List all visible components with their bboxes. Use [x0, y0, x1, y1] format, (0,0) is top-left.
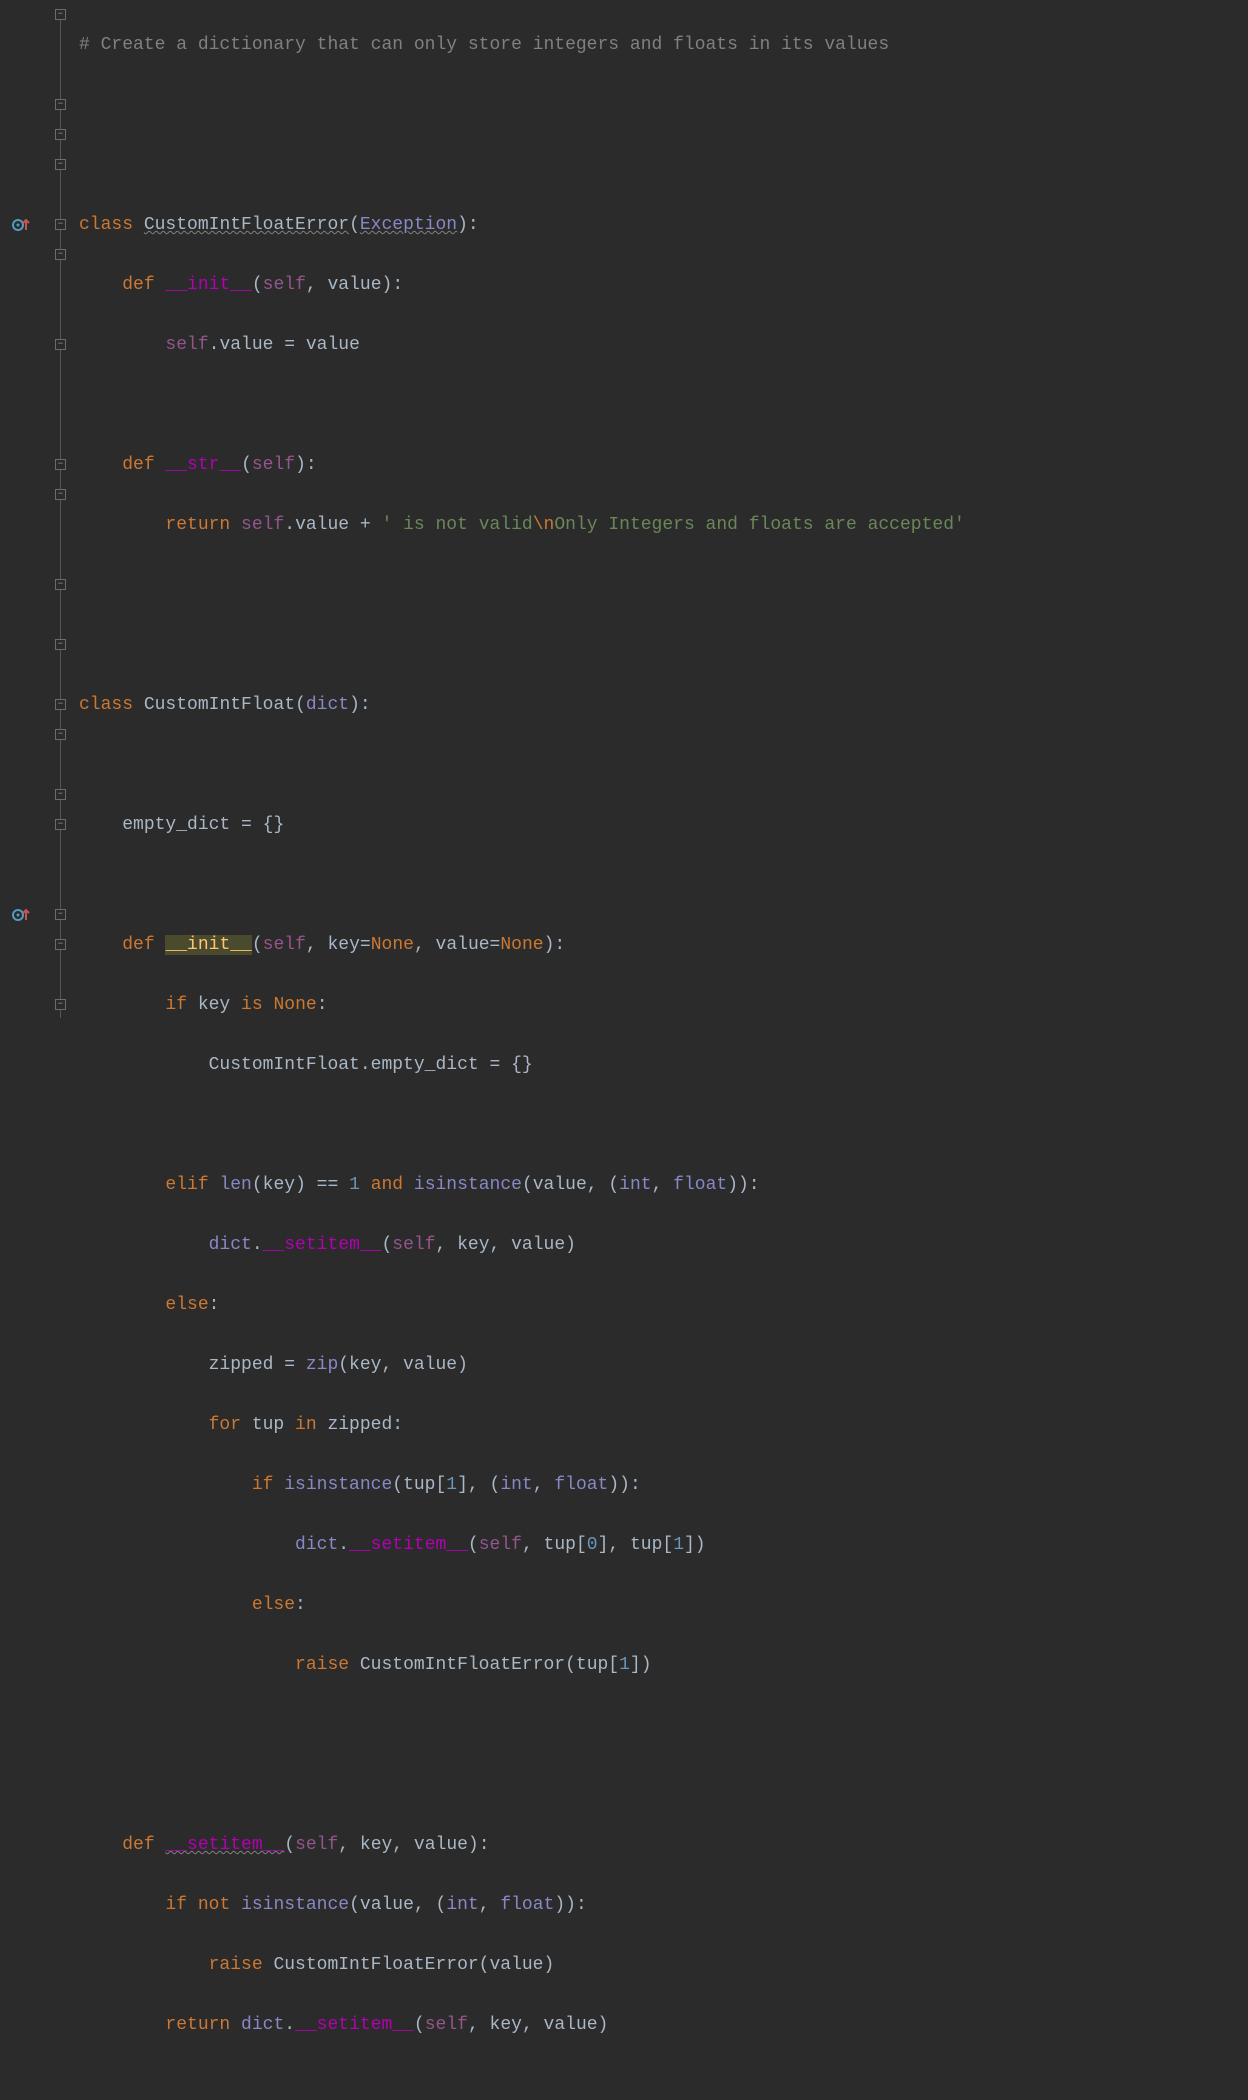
code-line: class CustomIntFloatError(Exception):: [79, 210, 965, 240]
fold-toggle[interactable]: −: [55, 579, 66, 590]
code-line: [79, 390, 965, 420]
code-line: [79, 570, 965, 600]
code-line: dict.__setitem__(self, key, value): [79, 1230, 965, 1260]
fold-toggle[interactable]: −: [55, 339, 66, 350]
code-line: zipped = zip(key, value): [79, 1350, 965, 1380]
editor-gutter: − − − − − − − − − − − − − − − − − −: [0, 0, 75, 2100]
code-line: def __str__(self):: [79, 450, 965, 480]
code-line: if key is None:: [79, 990, 965, 1020]
code-line: elif len(key) == 1 and isinstance(value,…: [79, 1170, 965, 1200]
code-line: [79, 870, 965, 900]
override-up-icon[interactable]: [10, 214, 32, 236]
code-line: return dict.__setitem__(self, key, value…: [79, 2010, 965, 2040]
code-line: [79, 630, 965, 660]
code-line: [79, 1110, 965, 1140]
code-line: [79, 1710, 965, 1740]
code-line: for tup in zipped:: [79, 1410, 965, 1440]
code-line: empty_dict = {}: [79, 810, 965, 840]
code-content[interactable]: # Create a dictionary that can only stor…: [75, 0, 965, 2100]
fold-toggle[interactable]: −: [55, 639, 66, 650]
code-line: raise CustomIntFloatError(tup[1]): [79, 1650, 965, 1680]
fold-toggle[interactable]: −: [55, 249, 66, 260]
fold-toggle[interactable]: −: [55, 99, 66, 110]
code-line: if isinstance(tup[1], (int, float)):: [79, 1470, 965, 1500]
code-line: dict.__setitem__(self, tup[0], tup[1]): [79, 1530, 965, 1560]
fold-toggle[interactable]: −: [55, 489, 66, 500]
override-up-icon[interactable]: [10, 904, 32, 926]
code-editor: − − − − − − − − − − − − − − − − − − # Cr…: [0, 0, 1248, 2100]
code-line: self.value = value: [79, 330, 965, 360]
code-line: else:: [79, 1590, 965, 1620]
fold-toggle[interactable]: −: [55, 219, 66, 230]
fold-toggle[interactable]: −: [55, 909, 66, 920]
code-line: [79, 1770, 965, 1800]
code-line: return self.value + ' is not valid\nOnly…: [79, 510, 965, 540]
code-line: else:: [79, 1290, 965, 1320]
fold-toggle[interactable]: −: [55, 999, 66, 1010]
code-line: CustomIntFloat.empty_dict = {}: [79, 1050, 965, 1080]
code-line: [79, 150, 965, 180]
code-line: class CustomIntFloat(dict):: [79, 690, 965, 720]
fold-toggle[interactable]: −: [55, 699, 66, 710]
code-line: [79, 90, 965, 120]
code-line: raise CustomIntFloatError(value): [79, 1950, 965, 1980]
fold-toggle[interactable]: −: [55, 459, 66, 470]
code-line: def __init__(self, key=None, value=None)…: [79, 930, 965, 960]
code-line: def __setitem__(self, key, value):: [79, 1830, 965, 1860]
code-line: if not isinstance(value, (int, float)):: [79, 1890, 965, 1920]
fold-toggle[interactable]: −: [55, 159, 66, 170]
fold-toggle[interactable]: −: [55, 9, 66, 20]
code-line: [79, 750, 965, 780]
fold-toggle[interactable]: −: [55, 729, 66, 740]
fold-toggle[interactable]: −: [55, 819, 66, 830]
code-line: # Create a dictionary that can only stor…: [79, 30, 965, 60]
fold-toggle[interactable]: −: [55, 789, 66, 800]
fold-toggle[interactable]: −: [55, 939, 66, 950]
code-line: def __init__(self, value):: [79, 270, 965, 300]
fold-toggle[interactable]: −: [55, 129, 66, 140]
